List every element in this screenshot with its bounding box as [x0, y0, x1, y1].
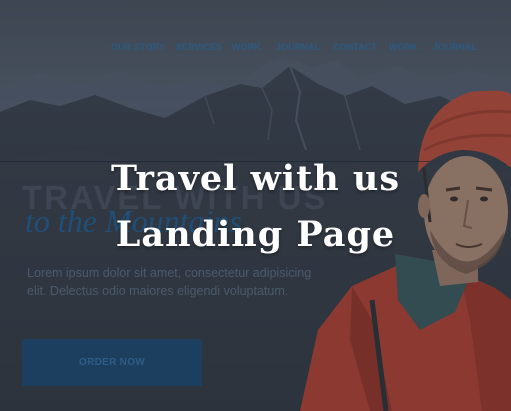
- nav-item-services[interactable]: SERVICES: [176, 42, 222, 52]
- nav-item-journal-2[interactable]: JOURNAL: [433, 42, 477, 52]
- nav-item-journal[interactable]: JOURNAL: [276, 42, 320, 52]
- nav-item-work-2[interactable]: WORK: [389, 42, 418, 52]
- order-now-label: ORDER NOW: [78, 357, 146, 368]
- hero-description: Lorem ipsum dolor sit amet, consectetur …: [27, 266, 312, 298]
- nav-item-work[interactable]: WORK: [232, 42, 261, 52]
- nav-item-contact[interactable]: CONTACT: [333, 42, 377, 52]
- overlay-title-line-2: Landing Page: [115, 214, 396, 255]
- landing-page-preview: OUR STORY SERVICES WORK JOURNAL CONTACT …: [0, 0, 511, 411]
- top-navigation: OUR STORY SERVICES WORK JOURNAL CONTACT …: [0, 42, 511, 56]
- order-now-button[interactable]: ORDER NOW: [22, 339, 202, 386]
- overlay-title: Travel with us Landing Page: [0, 151, 511, 263]
- nav-item-our-story[interactable]: OUR STORY: [111, 42, 165, 52]
- overlay-title-line-1: Travel with us: [110, 158, 401, 199]
